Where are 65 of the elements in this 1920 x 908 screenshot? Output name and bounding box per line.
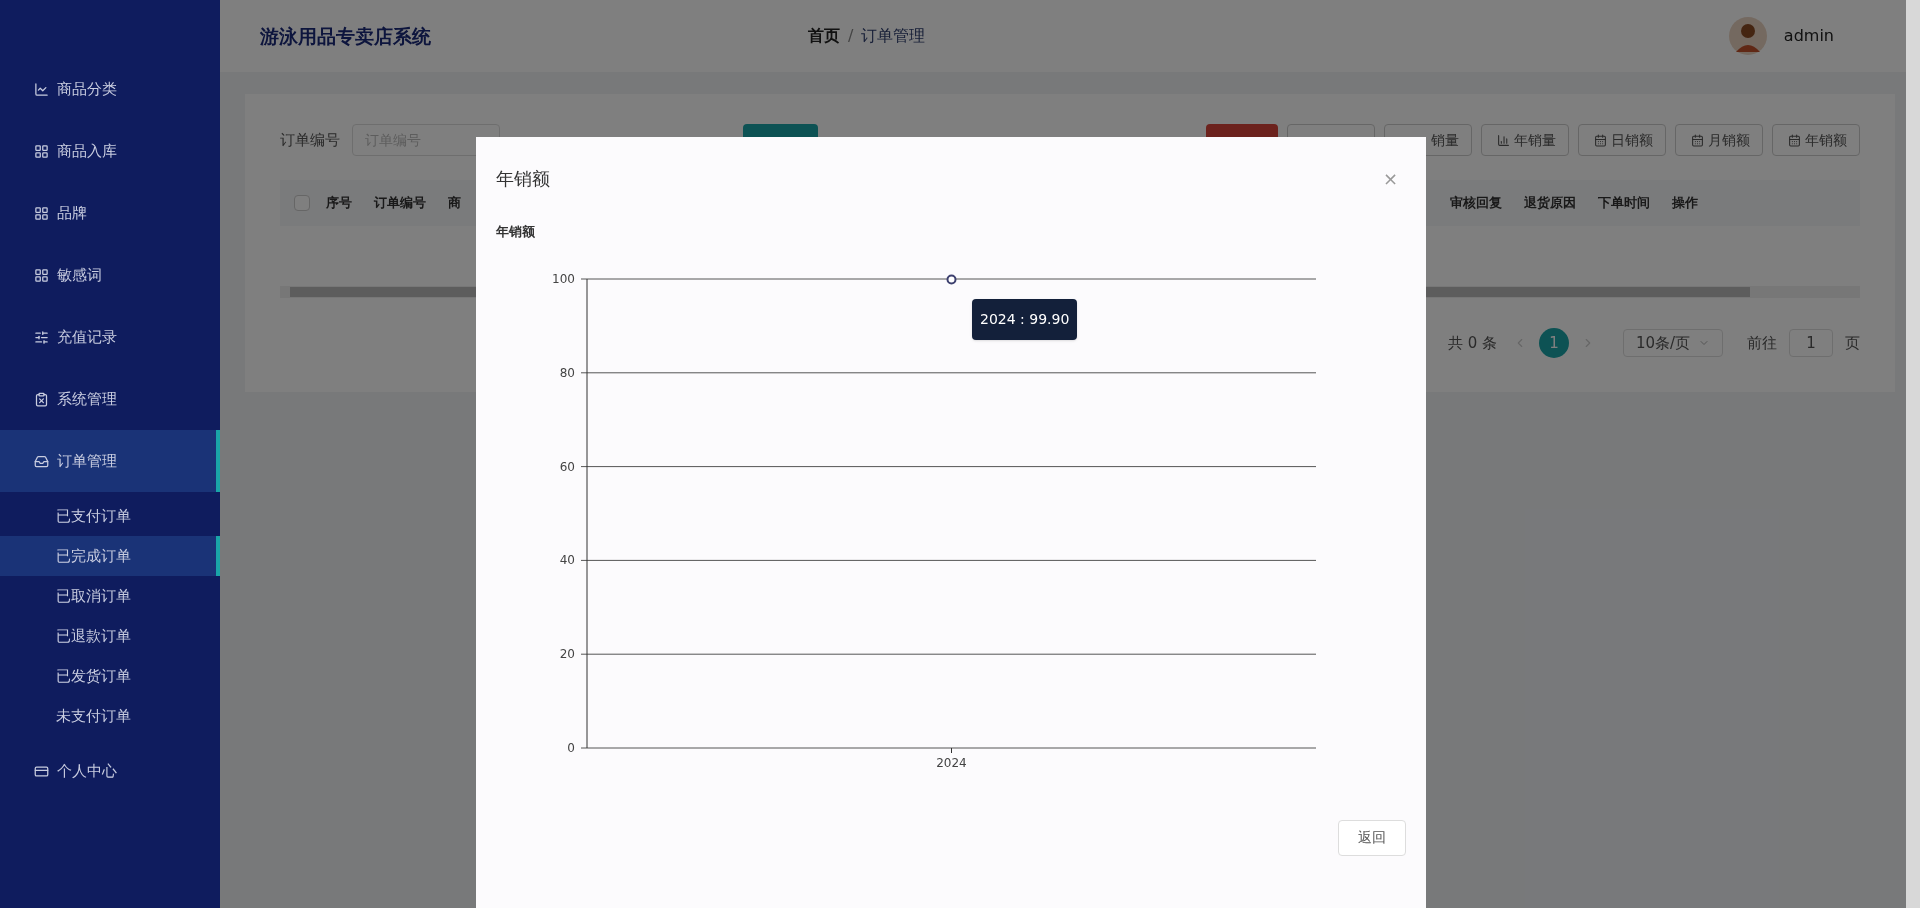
- page-size-select[interactable]: 10条/页: [1623, 329, 1723, 357]
- submenu-item[interactable]: 已取消订单: [0, 576, 220, 616]
- dialog-title: 年销额: [496, 166, 550, 191]
- chart-tooltip: 2024 : 99.90: [972, 298, 1078, 340]
- toolbar-button[interactable]: 月销额: [1675, 124, 1763, 156]
- y-tick-label: 0: [567, 740, 575, 755]
- select-all-checkbox[interactable]: [294, 195, 310, 211]
- toolbar-button[interactable]: 年销量: [1481, 124, 1569, 156]
- chart-icon: [1497, 133, 1510, 147]
- window-scrollbar[interactable]: [1906, 0, 1920, 908]
- submenu-item[interactable]: 未支付订单: [0, 696, 220, 736]
- grid-icon: [34, 267, 49, 283]
- sidebar-item[interactable]: 系统管理: [0, 368, 220, 430]
- goto-suffix: 页: [1845, 332, 1860, 354]
- y-tick-label: 40: [559, 552, 575, 567]
- calendar-icon: [1594, 133, 1607, 147]
- breadcrumb-separator: /: [848, 25, 854, 47]
- goto-page-field[interactable]: 1: [1789, 329, 1833, 357]
- calendar-icon: [1691, 133, 1704, 147]
- column-header[interactable]: 下单时间: [1598, 193, 1650, 213]
- y-tick-label: 80: [559, 365, 575, 380]
- sidebar-item[interactable]: 商品分类: [0, 58, 220, 120]
- column-header[interactable]: 序号: [326, 193, 352, 213]
- grid-icon: [34, 143, 49, 159]
- y-tick-label: 20: [559, 646, 575, 661]
- return-button[interactable]: 返回: [1338, 819, 1406, 856]
- chart-title: 年销额: [496, 223, 536, 241]
- sidebar-item[interactable]: 订单管理: [0, 430, 220, 492]
- column-header[interactable]: 审核回复: [1450, 193, 1502, 213]
- column-header[interactable]: 退货原因: [1524, 193, 1576, 213]
- calendar-icon: [1788, 133, 1801, 147]
- toolbar-button[interactable]: 日销额: [1578, 124, 1666, 156]
- data-point[interactable]: [946, 273, 957, 284]
- column-header[interactable]: 订单编号: [374, 193, 426, 213]
- total-count: 共 0 条: [1447, 332, 1497, 354]
- clipboard-icon: [34, 391, 49, 407]
- x-tick: [951, 747, 952, 753]
- username[interactable]: admin: [1783, 24, 1834, 48]
- breadcrumb-link[interactable]: 首页: [808, 24, 840, 48]
- submenu-item[interactable]: 已完成订单: [0, 536, 220, 576]
- x-tick-label: 2024: [936, 755, 967, 770]
- y-tick-label: 100: [552, 271, 575, 286]
- column-header[interactable]: 商: [448, 193, 461, 213]
- sidebar-item[interactable]: 商品入库: [0, 120, 220, 182]
- submenu-item[interactable]: 已退款订单: [0, 616, 220, 656]
- sidebar-item[interactable]: 敏感词: [0, 244, 220, 306]
- breadcrumb-current: 订单管理: [861, 25, 926, 47]
- search-label: 订单编号: [280, 129, 340, 151]
- sidebar-item[interactable]: 品牌: [0, 182, 220, 244]
- grid-icon: [34, 205, 49, 221]
- avatar-icon[interactable]: [1727, 16, 1768, 56]
- sidebar-item[interactable]: 个人中心: [0, 740, 220, 802]
- toolbar-button[interactable]: 年销额: [1772, 124, 1860, 156]
- y-tick-label: 60: [559, 459, 575, 474]
- sidebar-item[interactable]: 充值记录: [0, 306, 220, 368]
- submenu-item[interactable]: 已支付订单: [0, 496, 220, 536]
- submenu-item[interactable]: 已发货订单: [0, 656, 220, 696]
- chart-icon: [34, 81, 49, 97]
- inbox-icon: [34, 453, 49, 469]
- app-title: 游泳用品专卖店系统: [260, 23, 432, 49]
- sliders-icon: [34, 329, 49, 345]
- column-header[interactable]: 操作: [1672, 193, 1698, 213]
- close-button[interactable]: ×: [1382, 164, 1398, 192]
- card-icon: [34, 763, 49, 779]
- goto-label: 前往: [1747, 332, 1777, 354]
